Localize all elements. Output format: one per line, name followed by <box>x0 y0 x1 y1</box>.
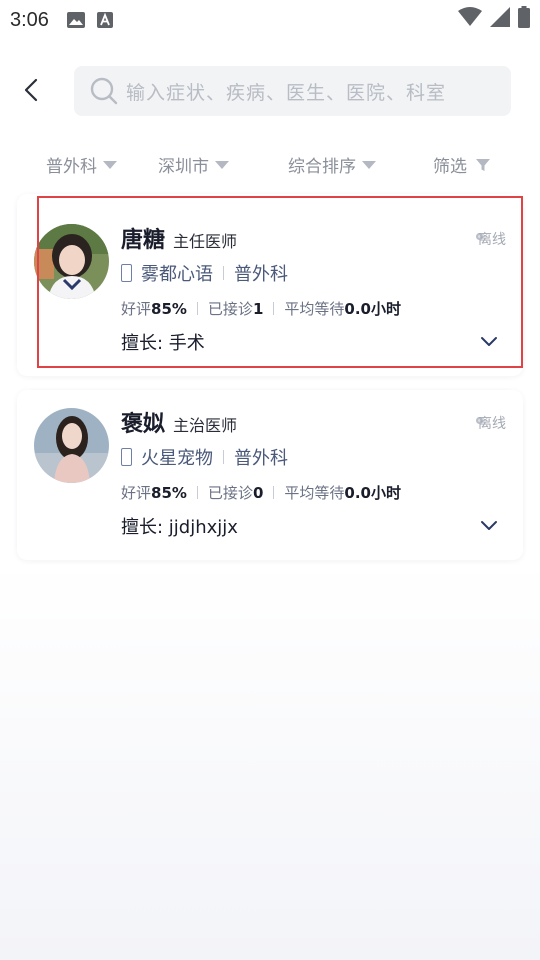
filter-department-label: 普外科 <box>46 157 97 177</box>
caret-down-icon <box>103 160 117 169</box>
search-placeholder: 输入症状、疾病、医生、医院、科室 <box>126 81 447 104</box>
doctor-card[interactable]: 唐糖 主任医师 离线 雾都心语 普外科 好评 85% 已接诊 1 平均等待 0.0 小时… <box>17 194 523 376</box>
caret-down-icon <box>215 160 229 169</box>
filter-city-label: 深圳市 <box>158 157 209 177</box>
chevron-down-icon <box>481 521 497 530</box>
visits-value: 1 <box>252 299 264 318</box>
hospital-row: 火星宠物 普外科 <box>121 444 288 470</box>
rating-label: 好评 <box>121 300 152 318</box>
filter-sort-label: 综合排序 <box>288 157 356 177</box>
chevron-down-icon <box>481 337 497 346</box>
chevron-left-icon <box>24 78 38 102</box>
hospital-icon <box>121 448 132 466</box>
specialty: 擅长: 手术 <box>121 333 205 354</box>
doctor-title: 主治医师 <box>173 416 238 435</box>
visits-value: 0 <box>252 483 264 502</box>
signal-icon <box>490 7 510 27</box>
back-button[interactable] <box>16 72 46 108</box>
wait-label: 平均等待 <box>284 300 345 318</box>
doctor-title: 主任医师 <box>173 232 238 251</box>
filter-department[interactable]: 普外科 <box>46 152 117 177</box>
specialty: 擅长: jjdjhxjjx <box>121 517 238 538</box>
wait-unit: 小时 <box>370 300 401 318</box>
expand-button[interactable] <box>477 514 501 538</box>
filter-city[interactable]: 深圳市 <box>158 152 229 177</box>
hospital-icon <box>121 264 132 282</box>
search-input[interactable]: 输入症状、疾病、医生、医院、科室 <box>74 66 511 116</box>
filter-sort[interactable]: 综合排序 <box>288 152 376 177</box>
image-icon <box>66 12 85 28</box>
rating-label: 好评 <box>121 484 152 502</box>
status-bar: 3:06 <box>0 0 540 40</box>
stats-row: 好评 85% 已接诊 0 平均等待 0.0 小时 <box>121 482 401 503</box>
department-name: 普外科 <box>234 448 288 469</box>
funnel-icon <box>476 158 490 171</box>
search-row: 输入症状、疾病、医生、医院、科室 <box>0 62 540 118</box>
hospital-name: 火星宠物 <box>141 448 213 469</box>
status-time: 3:06 <box>10 8 49 31</box>
filter-button[interactable]: 筛选 <box>433 152 491 177</box>
wait-value: 0.0 <box>344 483 371 502</box>
doctor-name: 唐糖 <box>121 228 166 253</box>
filter-button-label: 筛选 <box>433 157 467 177</box>
caret-down-icon <box>362 160 376 169</box>
doctor-status: 离线 <box>478 416 506 432</box>
wifi-icon <box>458 7 482 26</box>
wait-value: 0.0 <box>344 299 371 318</box>
hospital-name: 雾都心语 <box>141 264 213 285</box>
avatar <box>34 408 109 483</box>
rating-value: 85% <box>151 483 187 502</box>
visits-label: 已接诊 <box>207 300 253 318</box>
filter-bar: 普外科 深圳市 综合排序 筛选 <box>0 140 540 188</box>
battery-icon <box>518 6 530 28</box>
department-name: 普外科 <box>234 264 288 285</box>
hospital-row: 雾都心语 普外科 <box>121 260 288 286</box>
text-icon <box>96 12 113 28</box>
search-icon <box>90 77 118 105</box>
doctor-status: 离线 <box>478 232 506 248</box>
wait-unit: 小时 <box>370 484 401 502</box>
rating-value: 85% <box>151 299 187 318</box>
wait-label: 平均等待 <box>284 484 345 502</box>
doctor-card[interactable]: 褒姒 主治医师 离线 火星宠物 普外科 好评 85% 已接诊 0 平均等待 0.0 小时… <box>17 390 523 560</box>
avatar <box>34 224 109 299</box>
visits-label: 已接诊 <box>207 484 253 502</box>
stats-row: 好评 85% 已接诊 1 平均等待 0.0 小时 <box>121 298 401 319</box>
expand-button[interactable] <box>477 330 501 354</box>
doctor-name: 褒姒 <box>121 412 166 437</box>
